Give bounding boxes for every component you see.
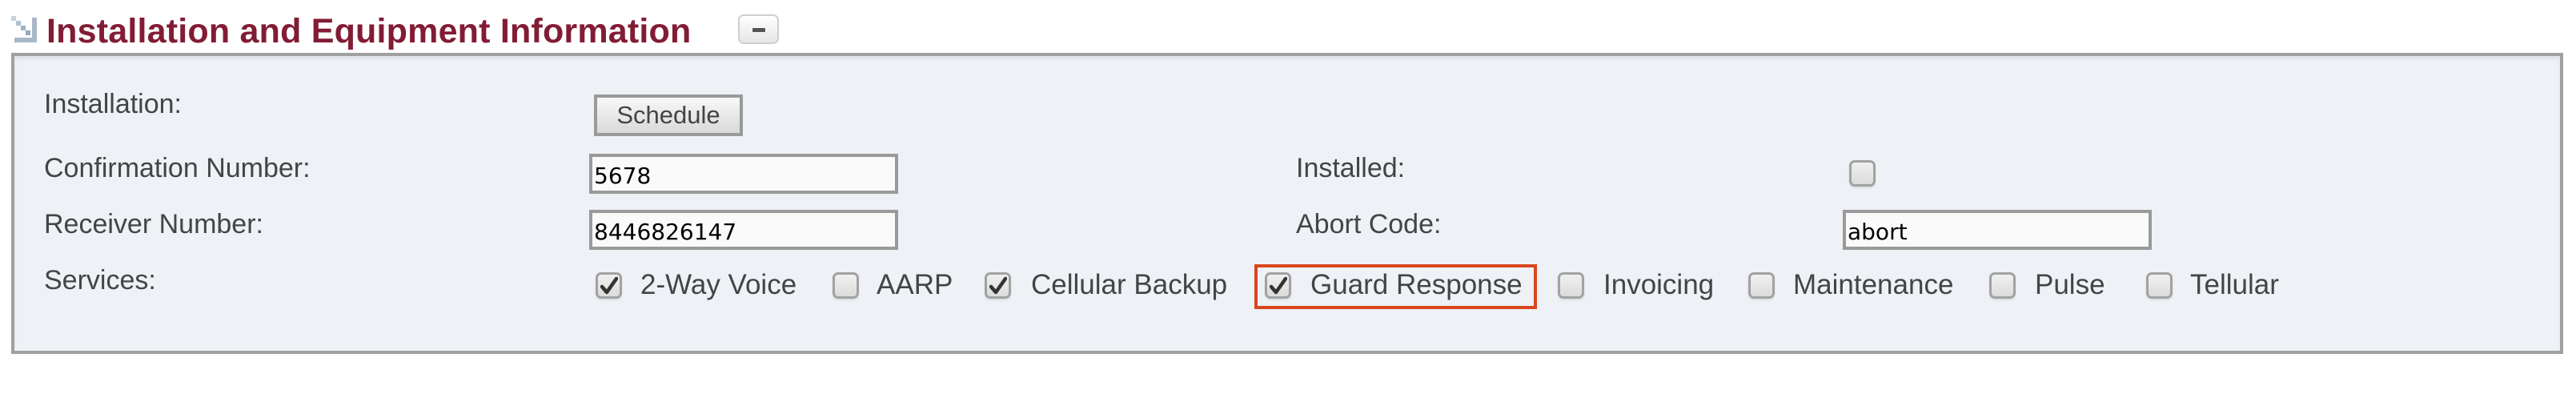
service-checkbox-invoicing[interactable] [1558, 272, 1584, 299]
installed-checkbox[interactable] [1849, 160, 1876, 187]
service-checkbox-guard-response[interactable] [1265, 272, 1291, 299]
service-label-maintenance[interactable]: Maintenance [1793, 269, 1953, 301]
service-checkbox-cellular-backup[interactable] [985, 272, 1011, 299]
service-checkbox-2-way-voice[interactable] [596, 272, 622, 299]
abort-code-input[interactable] [1843, 210, 2152, 250]
confirmation-number-input[interactable] [589, 154, 898, 194]
service-label-guard-response[interactable]: Guard Response [1310, 269, 1523, 301]
collapse-section-button[interactable] [738, 14, 779, 44]
installation-label: Installation: [44, 89, 182, 119]
checkmark-icon [989, 276, 1007, 295]
confirmation-number-label: Confirmation Number: [44, 153, 311, 183]
minus-icon [752, 28, 765, 32]
service-label-2-way-voice[interactable]: 2-Way Voice [640, 269, 796, 301]
receiver-number-input[interactable] [589, 210, 898, 250]
service-label-cellular-backup[interactable]: Cellular Backup [1031, 269, 1227, 301]
service-label-pulse[interactable]: Pulse [2035, 269, 2105, 301]
receiver-number-label: Receiver Number: [44, 209, 263, 239]
service-checkbox-aarp[interactable] [833, 272, 859, 299]
section-title: Installation and Equipment Information [46, 12, 692, 50]
services-label: Services: [44, 265, 156, 295]
abort-code-label: Abort Code: [1296, 209, 1442, 239]
schedule-button[interactable]: Schedule [594, 94, 743, 136]
service-label-invoicing[interactable]: Invoicing [1603, 269, 1714, 301]
checkmark-icon [1270, 276, 1287, 295]
expand-arrow-icon [11, 16, 37, 42]
installed-label: Installed: [1296, 153, 1406, 183]
service-label-aarp[interactable]: AARP [877, 269, 953, 301]
installation-equipment-panel [11, 53, 2563, 354]
service-checkbox-tellular[interactable] [2146, 272, 2173, 299]
service-checkbox-pulse[interactable] [1989, 272, 2016, 299]
service-checkbox-maintenance[interactable] [1748, 272, 1775, 299]
checkmark-icon [600, 276, 618, 295]
service-label-tellular[interactable]: Tellular [2190, 269, 2279, 301]
